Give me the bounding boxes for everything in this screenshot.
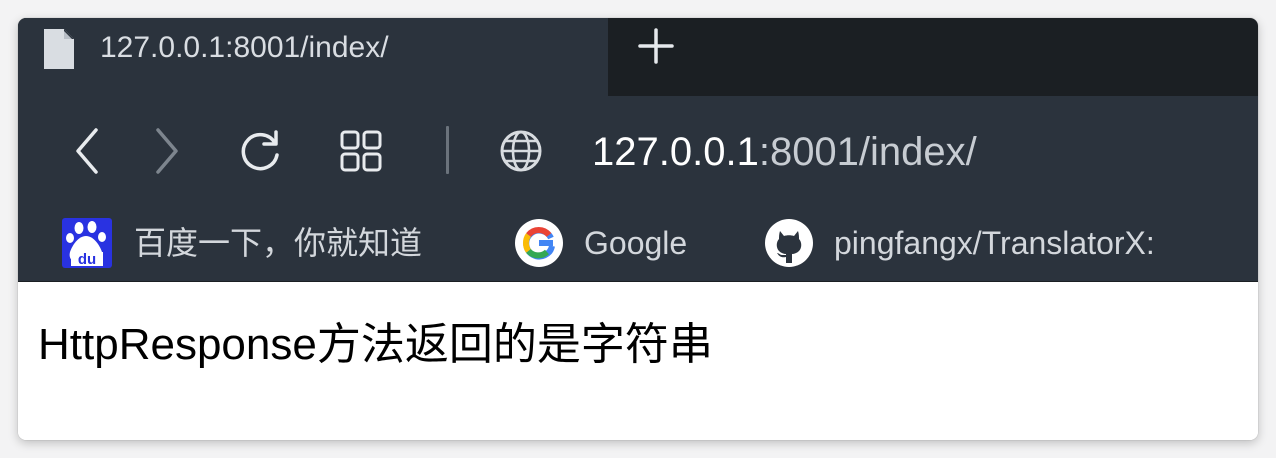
baidu-icon-text: du	[78, 251, 96, 268]
tab-strip: 127.0.0.1:8001/index/	[18, 18, 1258, 96]
bookmark-label: pingfangx/TranslatorX:	[834, 225, 1155, 261]
browser-window: 127.0.0.1:8001/index/ 127.0.0.1:8001/ind…	[18, 18, 1258, 440]
address-host: 127.0.0.1	[592, 130, 759, 174]
github-icon	[765, 219, 813, 267]
toolbar-divider	[446, 126, 449, 174]
document-icon	[44, 29, 74, 69]
reload-icon	[241, 130, 279, 171]
chevron-right-icon	[156, 128, 178, 174]
active-tab[interactable]: 127.0.0.1:8001/index/	[18, 18, 608, 96]
reload-button[interactable]	[236, 124, 286, 178]
globe-icon	[500, 130, 542, 172]
plus-icon[interactable]	[634, 24, 678, 68]
bookmark-google[interactable]: Google	[514, 206, 714, 281]
baidu-icon: du	[62, 218, 112, 268]
back-button[interactable]	[64, 124, 114, 178]
grid-icon	[340, 130, 382, 172]
address-bar[interactable]: 127.0.0.1:8001/index/	[592, 128, 977, 176]
forward-button[interactable]	[140, 124, 190, 178]
bookmark-label: 百度一下，你就知道	[134, 225, 423, 261]
bookmark-baidu[interactable]: du 百度一下，你就知道	[62, 206, 462, 281]
bookmark-github[interactable]: pingfangx/TranslatorX:	[764, 206, 1208, 281]
response-text: HttpResponse方法返回的是字符串	[38, 320, 713, 369]
tab-grid-button[interactable]	[336, 124, 386, 178]
bookmark-label: Google	[584, 225, 688, 261]
google-icon	[515, 219, 563, 267]
page-content: HttpResponse方法返回的是字符串	[18, 282, 1258, 440]
bookmarks-bar: du 百度一下，你就知道 Google pingfangx/Translator…	[18, 206, 1258, 282]
chevron-left-icon	[76, 128, 98, 174]
toolbar: 127.0.0.1:8001/index/	[18, 96, 1258, 206]
tab-title: 127.0.0.1:8001/index/	[100, 31, 389, 64]
address-path: :8001/index/	[758, 130, 977, 174]
